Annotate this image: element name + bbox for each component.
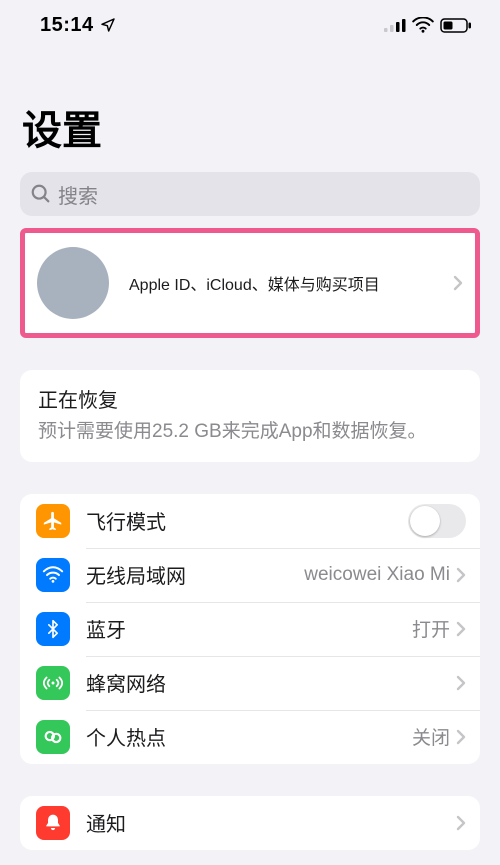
bell-icon	[36, 806, 70, 840]
restore-group: 正在恢复 预计需要使用25.2 GB来完成App和数据恢复。	[20, 370, 480, 462]
bluetooth-row[interactable]: 蓝牙 打开	[20, 602, 480, 656]
airplane-toggle[interactable]	[408, 504, 466, 538]
search-icon	[30, 183, 52, 205]
restore-row[interactable]: 正在恢复 预计需要使用25.2 GB来完成App和数据恢复。	[20, 370, 480, 462]
wifi-row[interactable]: 无线局域网 weicowei Xiao Mi	[20, 548, 480, 602]
appleid-highlight: Apple ID、iCloud、媒体与购买项目	[20, 228, 480, 338]
hotspot-icon	[36, 720, 70, 754]
cellular-row[interactable]: 蜂窝网络	[20, 656, 480, 710]
bluetooth-label: 蓝牙	[70, 614, 412, 643]
bluetooth-value: 打开	[412, 615, 450, 642]
battery-icon	[440, 18, 472, 33]
cellular-label: 蜂窝网络	[70, 668, 450, 697]
notifications-label: 通知	[70, 808, 456, 837]
chevron-right-icon	[453, 275, 463, 291]
airplane-label: 飞行模式	[70, 506, 408, 535]
hotspot-row[interactable]: 个人热点 关闭	[20, 710, 480, 764]
cellular-settings-icon	[36, 666, 70, 700]
bluetooth-icon	[36, 612, 70, 646]
status-bar: 15:14	[0, 0, 500, 50]
airplane-icon	[36, 504, 70, 538]
airplane-row[interactable]: 飞行模式	[20, 494, 480, 548]
wifi-settings-icon	[36, 558, 70, 592]
notification-group: 通知	[20, 796, 480, 850]
hotspot-value: 关闭	[412, 723, 450, 750]
hotspot-label: 个人热点	[70, 722, 412, 751]
status-time-text: 15:14	[40, 14, 94, 37]
wifi-label: 无线局域网	[70, 560, 304, 589]
chevron-right-icon	[456, 675, 466, 691]
cellular-icon	[384, 18, 406, 32]
avatar	[37, 247, 109, 319]
wifi-icon	[412, 17, 434, 33]
chevron-right-icon	[456, 729, 466, 745]
status-time: 15:14	[40, 14, 116, 37]
appleid-row[interactable]: Apple ID、iCloud、媒体与购买项目	[25, 233, 475, 333]
wifi-value: weicowei Xiao Mi	[304, 564, 450, 586]
chevron-right-icon	[456, 567, 466, 583]
search-placeholder: 搜索	[58, 180, 98, 209]
location-icon	[100, 17, 116, 33]
search-input[interactable]: 搜索	[20, 172, 480, 216]
restore-title: 正在恢复	[38, 384, 462, 413]
page-title: 设置	[0, 50, 500, 166]
connection-group: 飞行模式 无线局域网 weicowei Xiao Mi 蓝牙 打开 蜂窝网络	[20, 494, 480, 764]
settings-screen: 15:14 设置 搜索 Apple ID、iCloud、媒体与购买项目 正在恢复…	[0, 0, 500, 865]
restore-subtitle: 预计需要使用25.2 GB来完成App和数据恢复。	[38, 419, 462, 446]
notifications-row[interactable]: 通知	[20, 796, 480, 850]
status-icons	[384, 17, 472, 33]
chevron-right-icon	[456, 621, 466, 637]
chevron-right-icon	[456, 815, 466, 831]
appleid-subtitle: Apple ID、iCloud、媒体与购买项目	[109, 271, 453, 295]
